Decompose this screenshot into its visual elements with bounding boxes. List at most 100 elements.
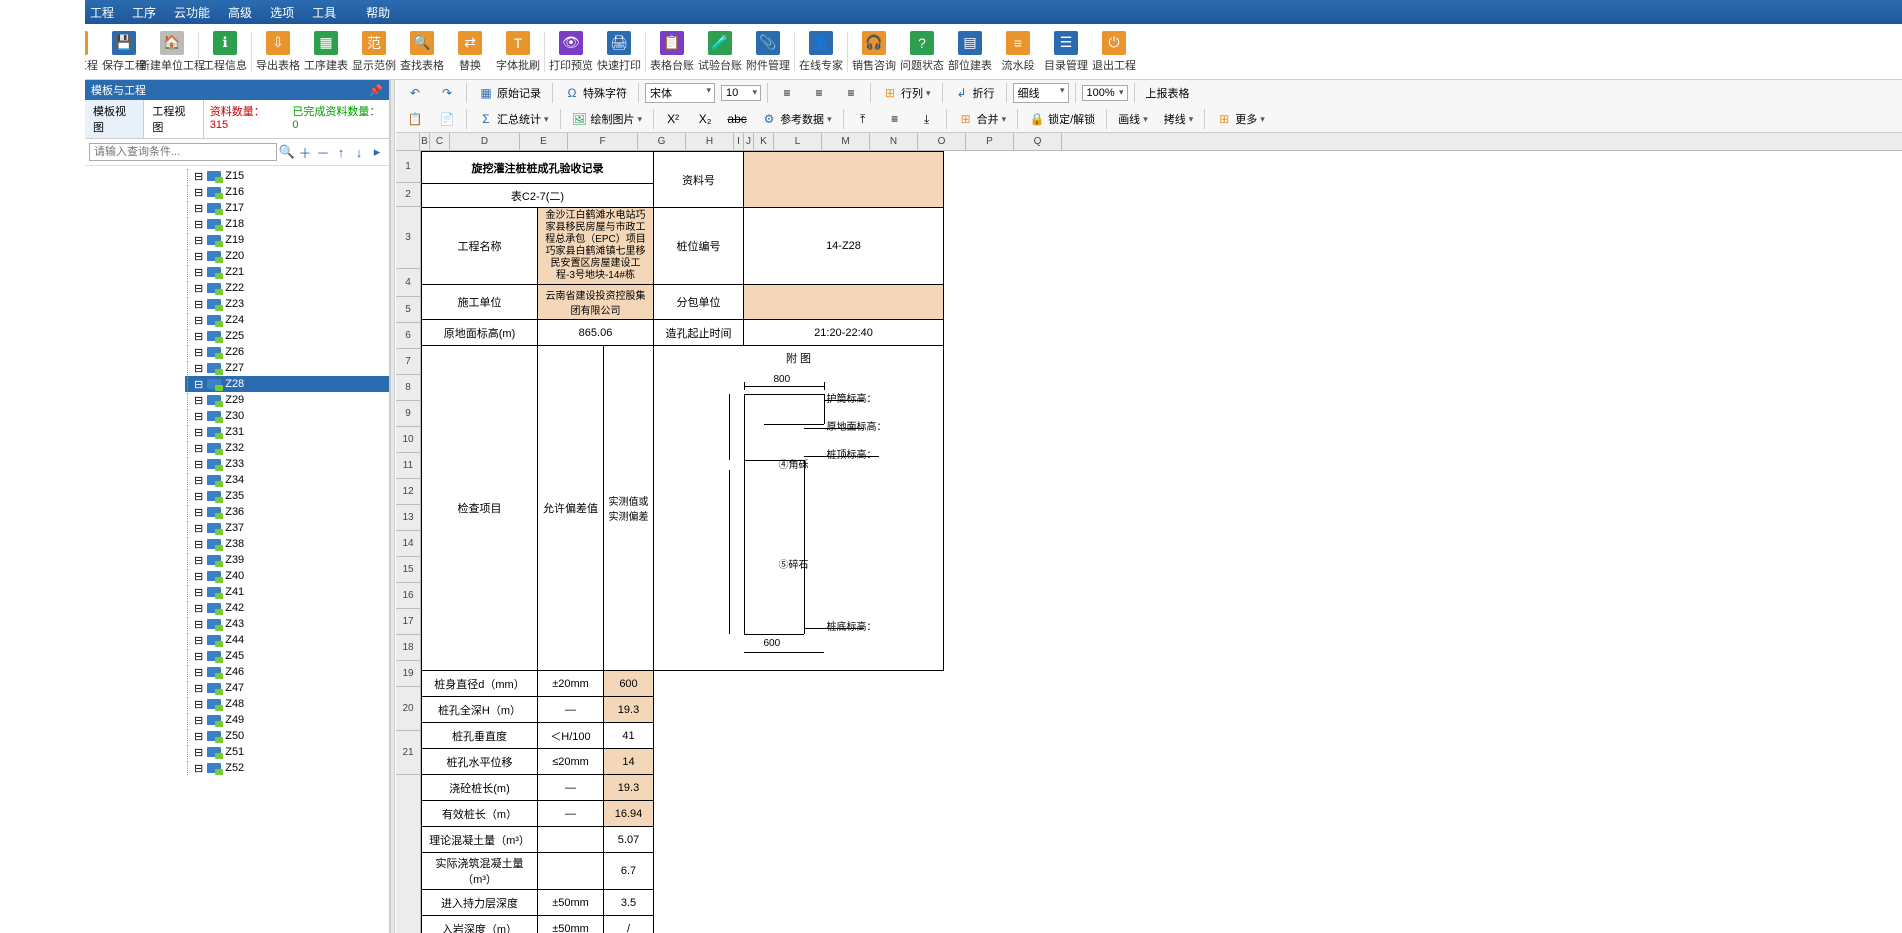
menu-item[interactable]: 高级 [228, 4, 252, 21]
tree-item-Z50[interactable]: ⊟Z50 [185, 728, 389, 744]
down-icon[interactable]: ↓ [351, 144, 367, 160]
toolbar-表格台账[interactable]: 📋表格台账 [648, 26, 696, 78]
valign-bot-icon[interactable]: ⤓ [914, 108, 940, 130]
sum-stat-button[interactable]: Σ汇总统计 [473, 108, 554, 130]
tree-item-Z47[interactable]: ⊟Z47 [185, 680, 389, 696]
tree-item-Z20[interactable]: ⊟Z20 [185, 248, 389, 264]
align-center-icon[interactable]: ≡ [806, 82, 832, 104]
tree-item-Z42[interactable]: ⊟Z42 [185, 600, 389, 616]
tree-item-Z15[interactable]: ⊟Z15 [185, 168, 389, 184]
toolbar-工程信息[interactable]: ℹ工程信息 [201, 26, 249, 78]
font-select[interactable]: 宋体 [645, 83, 715, 103]
subscript-icon[interactable]: X₂ [692, 108, 718, 130]
tree-item-Z36[interactable]: ⊟Z36 [185, 504, 389, 520]
tree-item-Z26[interactable]: ⊟Z26 [185, 344, 389, 360]
align-right-icon[interactable]: ≡ [838, 82, 864, 104]
toolbar-附件管理[interactable]: 📎附件管理 [744, 26, 792, 78]
tree-item-Z38[interactable]: ⊟Z38 [185, 536, 389, 552]
panel-dragger[interactable] [390, 80, 395, 933]
tab-template-view[interactable]: 模板视图 [85, 100, 144, 138]
copy-line-button[interactable]: 拷线 [1159, 108, 1199, 130]
add-icon[interactable]: ＋ [297, 144, 313, 160]
paste-icon[interactable]: 📄 [434, 108, 460, 130]
check-row-val[interactable]: / [604, 916, 654, 933]
menu-item[interactable]: 工序 [132, 4, 156, 21]
tree-item-Z21[interactable]: ⊟Z21 [185, 264, 389, 280]
tree-item-Z35[interactable]: ⊟Z35 [185, 488, 389, 504]
search-icon[interactable]: 🔍 [279, 144, 295, 160]
toolbar-导出表格[interactable]: ⇩导出表格 [254, 26, 302, 78]
check-row-val[interactable]: 19.3 [604, 697, 654, 723]
size-select[interactable]: 10 [721, 85, 761, 101]
upload-button[interactable]: 上报表格 [1141, 82, 1195, 104]
toolbar-查找表格[interactable]: 🔍查找表格 [398, 26, 446, 78]
lock-button[interactable]: 🔒锁定/解锁 [1024, 108, 1100, 130]
align-left-icon[interactable]: ≡ [774, 82, 800, 104]
copy-icon[interactable]: 📋 [402, 108, 428, 130]
tree-item-Z16[interactable]: ⊟Z16 [185, 184, 389, 200]
redo-icon[interactable]: ↷ [434, 82, 460, 104]
undo-icon[interactable]: ↶ [402, 82, 428, 104]
check-row-val[interactable]: 600 [604, 671, 654, 697]
toolbar-工序建表[interactable]: ▦工序建表 [302, 26, 350, 78]
toolbar-在线专家[interactable]: 👤在线专家 [797, 26, 845, 78]
tree-item-Z49[interactable]: ⊟Z49 [185, 712, 389, 728]
tree-item-Z40[interactable]: ⊟Z40 [185, 568, 389, 584]
expand-icon[interactable]: ▸ [369, 144, 385, 160]
up-icon[interactable]: ↑ [333, 144, 349, 160]
valign-top-icon[interactable]: ⤒ [850, 108, 876, 130]
toolbar-问题状态[interactable]: ?问题状态 [898, 26, 946, 78]
tree-item-Z18[interactable]: ⊟Z18 [185, 216, 389, 232]
toolbar-新建单位工程[interactable]: 🏠新建单位工程 [148, 26, 196, 78]
tree-item-Z41[interactable]: ⊟Z41 [185, 584, 389, 600]
tree-item-Z46[interactable]: ⊟Z46 [185, 664, 389, 680]
tree-item-Z37[interactable]: ⊟Z37 [185, 520, 389, 536]
tree-item-Z17[interactable]: ⊟Z17 [185, 200, 389, 216]
tree-item-Z43[interactable]: ⊟Z43 [185, 616, 389, 632]
strike-icon[interactable]: abc [724, 108, 750, 130]
search-input[interactable] [89, 143, 277, 161]
row-col-button[interactable]: ⊞行列 [877, 82, 936, 104]
check-row-val[interactable]: 5.07 [604, 827, 654, 853]
tree-item-Z24[interactable]: ⊟Z24 [185, 312, 389, 328]
tree-item-Z27[interactable]: ⊟Z27 [185, 360, 389, 376]
remove-icon[interactable]: － [315, 144, 331, 160]
menu-item[interactable]: 工程 [90, 4, 114, 21]
tree[interactable]: ⊟Z15⊟Z16⊟Z17⊟Z18⊟Z19⊟Z20⊟Z21⊟Z22⊟Z23⊟Z24… [85, 166, 389, 933]
draw-line-button[interactable]: 画线 [1113, 108, 1153, 130]
check-row-val[interactable]: 3.5 [604, 890, 654, 916]
menu-item[interactable]: 云功能 [174, 4, 210, 21]
tree-item-Z48[interactable]: ⊟Z48 [185, 696, 389, 712]
proj-name-value[interactable]: 金沙江白鹤滩水电站巧家县移民房屋与市政工程总承包（EPC）项目巧家县白鹤滩镇七里… [538, 208, 654, 285]
draw-pic-button[interactable]: 🖼绘制图片 [567, 108, 648, 130]
tree-item-Z39[interactable]: ⊟Z39 [185, 552, 389, 568]
tree-item-Z25[interactable]: ⊟Z25 [185, 328, 389, 344]
builder-value[interactable]: 云南省建设投资控股集团有限公司 [538, 285, 654, 320]
check-row-val[interactable]: 6.7 [604, 853, 654, 890]
tree-item-Z22[interactable]: ⊟Z22 [185, 280, 389, 296]
toolbar-销售咨询[interactable]: 🎧销售咨询 [850, 26, 898, 78]
sub-value[interactable] [744, 285, 944, 320]
ref-param-button[interactable]: ⚙参考数据 [756, 108, 837, 130]
sheet[interactable]: 123456789101112131415161718192021 旋挖灌注桩桩… [396, 151, 1902, 933]
time-value[interactable]: 21:20-22:40 [744, 320, 944, 346]
tree-item-Z33[interactable]: ⊟Z33 [185, 456, 389, 472]
tree-item-Z32[interactable]: ⊟Z32 [185, 440, 389, 456]
tree-item-Z28[interactable]: ⊟Z28 [185, 376, 389, 392]
special-char-button[interactable]: Ω特殊字符 [559, 82, 632, 104]
line-style-select[interactable]: 细线 [1013, 83, 1069, 103]
valign-mid-icon[interactable]: ≡ [882, 108, 908, 130]
toolbar-流水段[interactable]: ≡流水段 [994, 26, 1042, 78]
toolbar-试验台账[interactable]: 🧪试验台账 [696, 26, 744, 78]
menu-item[interactable]: 工具 [312, 4, 336, 21]
toolbar-目录管理[interactable]: ☰目录管理 [1042, 26, 1090, 78]
more-button[interactable]: ⊞更多 [1211, 108, 1270, 130]
menu-item[interactable]: 帮助 [366, 4, 390, 21]
tree-item-Z34[interactable]: ⊟Z34 [185, 472, 389, 488]
tree-item-Z52[interactable]: ⊟Z52 [185, 760, 389, 776]
check-row-val[interactable]: 14 [604, 749, 654, 775]
check-row-val[interactable]: 41 [604, 723, 654, 749]
tree-item-Z51[interactable]: ⊟Z51 [185, 744, 389, 760]
tree-item-Z45[interactable]: ⊟Z45 [185, 648, 389, 664]
tree-item-Z31[interactable]: ⊟Z31 [185, 424, 389, 440]
